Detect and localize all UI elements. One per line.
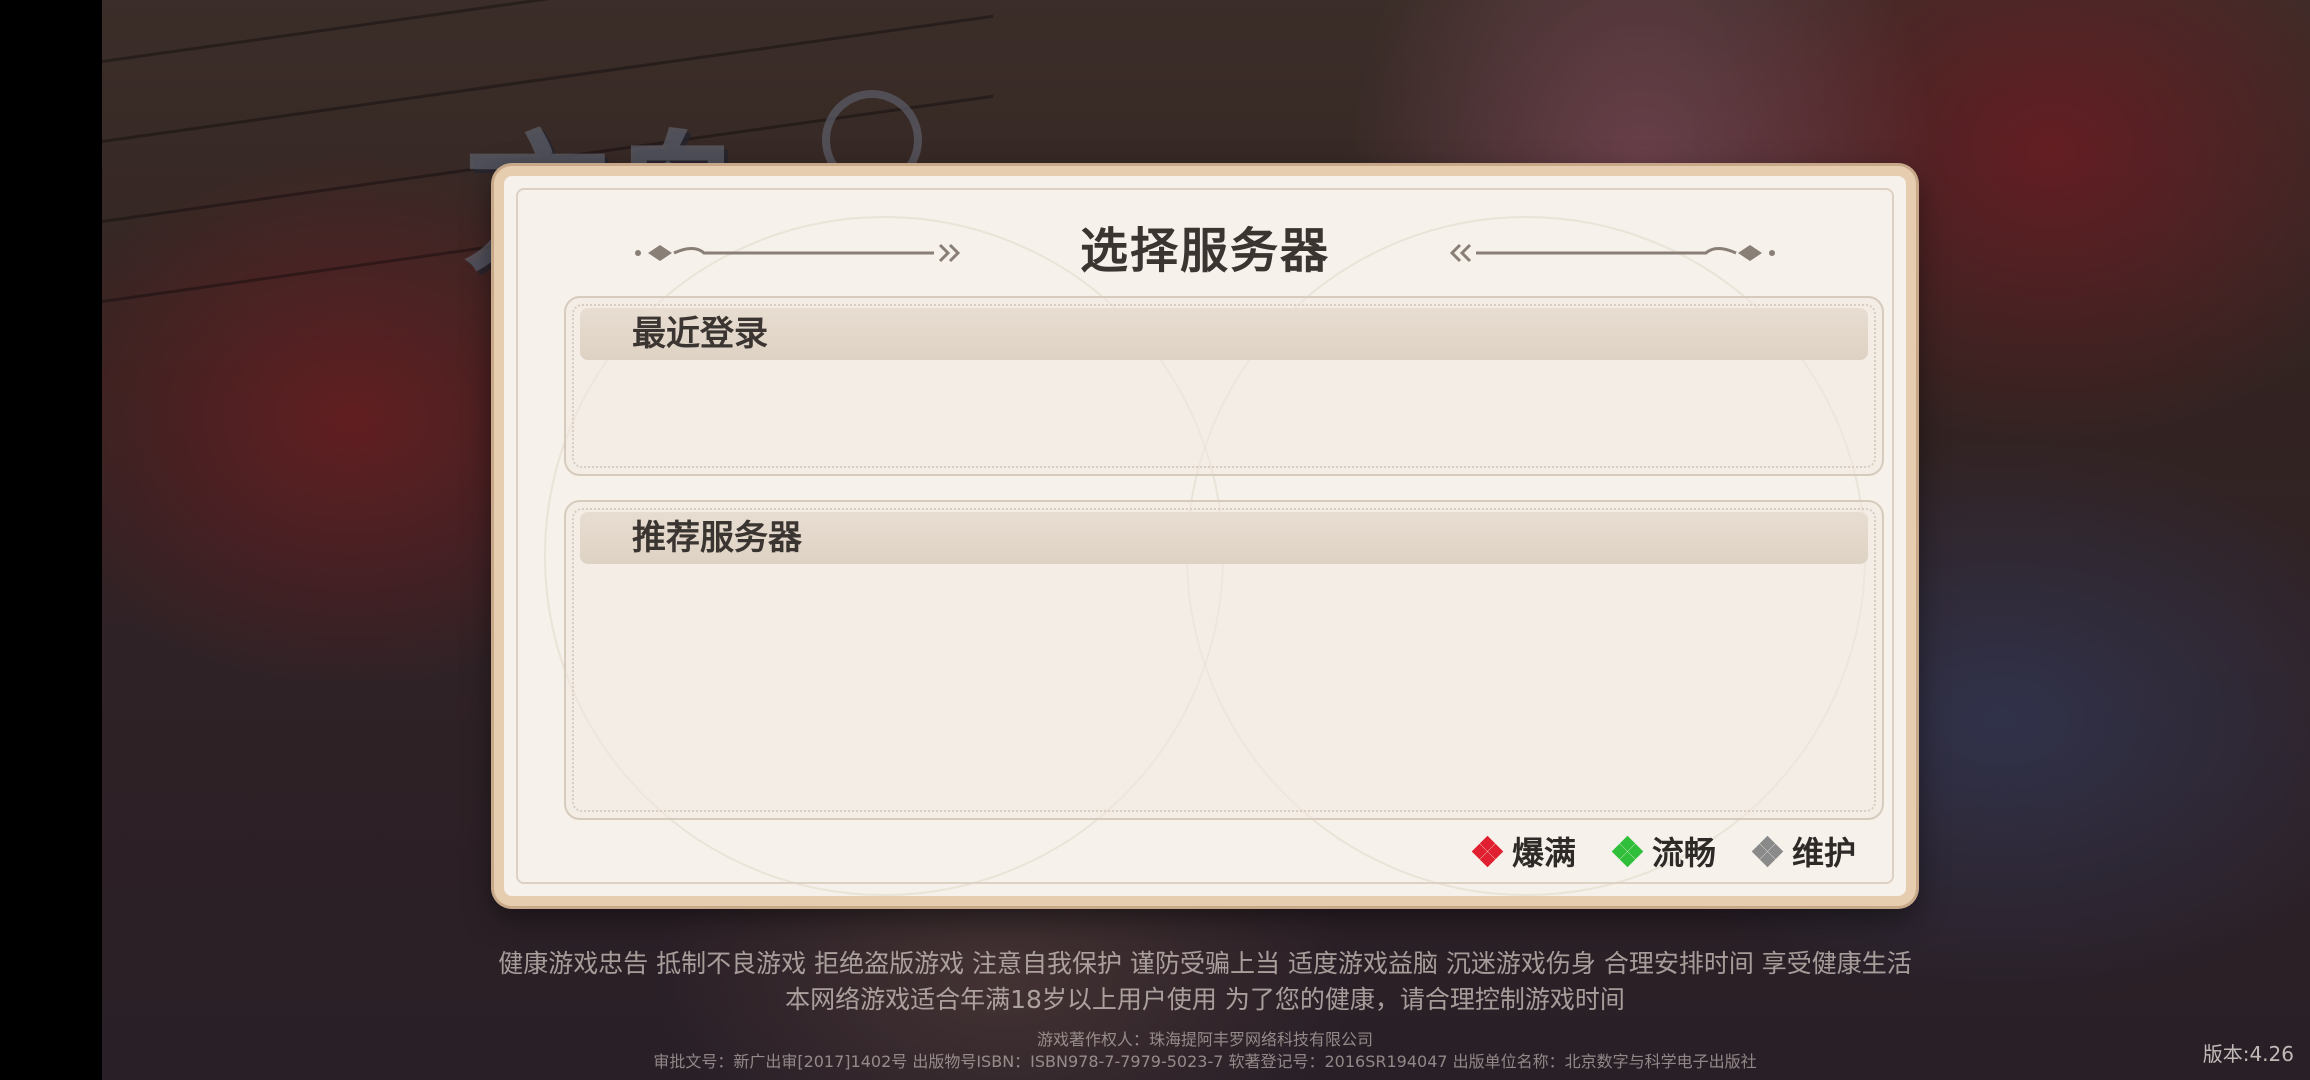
legend-label-maintenance: 维护	[1791, 834, 1856, 872]
legend-label-smooth: 流畅	[1651, 834, 1716, 872]
age-notice: 本网络游戏适合年满18岁以上用户使用 为了您的健康，请合理控制游戏时间	[785, 985, 1625, 1014]
status-full-icon	[1471, 835, 1504, 868]
version-label: 版本:4.26	[2202, 1042, 2294, 1066]
server-select-dialog: 选择服务器 最近登录 推荐服务器 爆满 流畅 维护	[494, 166, 1916, 906]
health-gaming-notice: 健康游戏忠告 抵制不良游戏 拒绝盗版游戏 注意自我保护 谨防受骗上当 适度游戏益…	[498, 949, 1912, 978]
recent-login-section: 最近登录	[564, 296, 1884, 476]
title-right-ornament-icon	[1449, 243, 1775, 263]
recommended-servers-title: 推荐服务器	[632, 518, 802, 558]
recommended-servers-section: 推荐服务器	[564, 500, 1884, 820]
recent-login-title: 最近登录	[632, 314, 768, 354]
letterbox-left	[0, 0, 102, 1080]
legend-label-full: 爆满	[1511, 834, 1576, 872]
approval-info: 审批文号：新广出审[2017]1402号 出版物号ISBN：ISBN978-7-…	[653, 1052, 1757, 1071]
legend-item-maintenance: 维护	[1751, 828, 1856, 874]
server-status-legend: 爆满 流畅 维护	[1471, 828, 1856, 874]
dialog-title-row: 选择服务器	[504, 216, 1906, 286]
section-header-bar	[580, 308, 1868, 360]
copyright-holder: 游戏著作权人：珠海提阿丰罗网络科技有限公司	[1036, 1030, 1373, 1049]
status-maintenance-icon	[1751, 835, 1784, 868]
status-smooth-icon	[1611, 835, 1644, 868]
legend-item-full: 爆满	[1471, 828, 1576, 874]
legend-item-smooth: 流畅	[1611, 828, 1716, 874]
